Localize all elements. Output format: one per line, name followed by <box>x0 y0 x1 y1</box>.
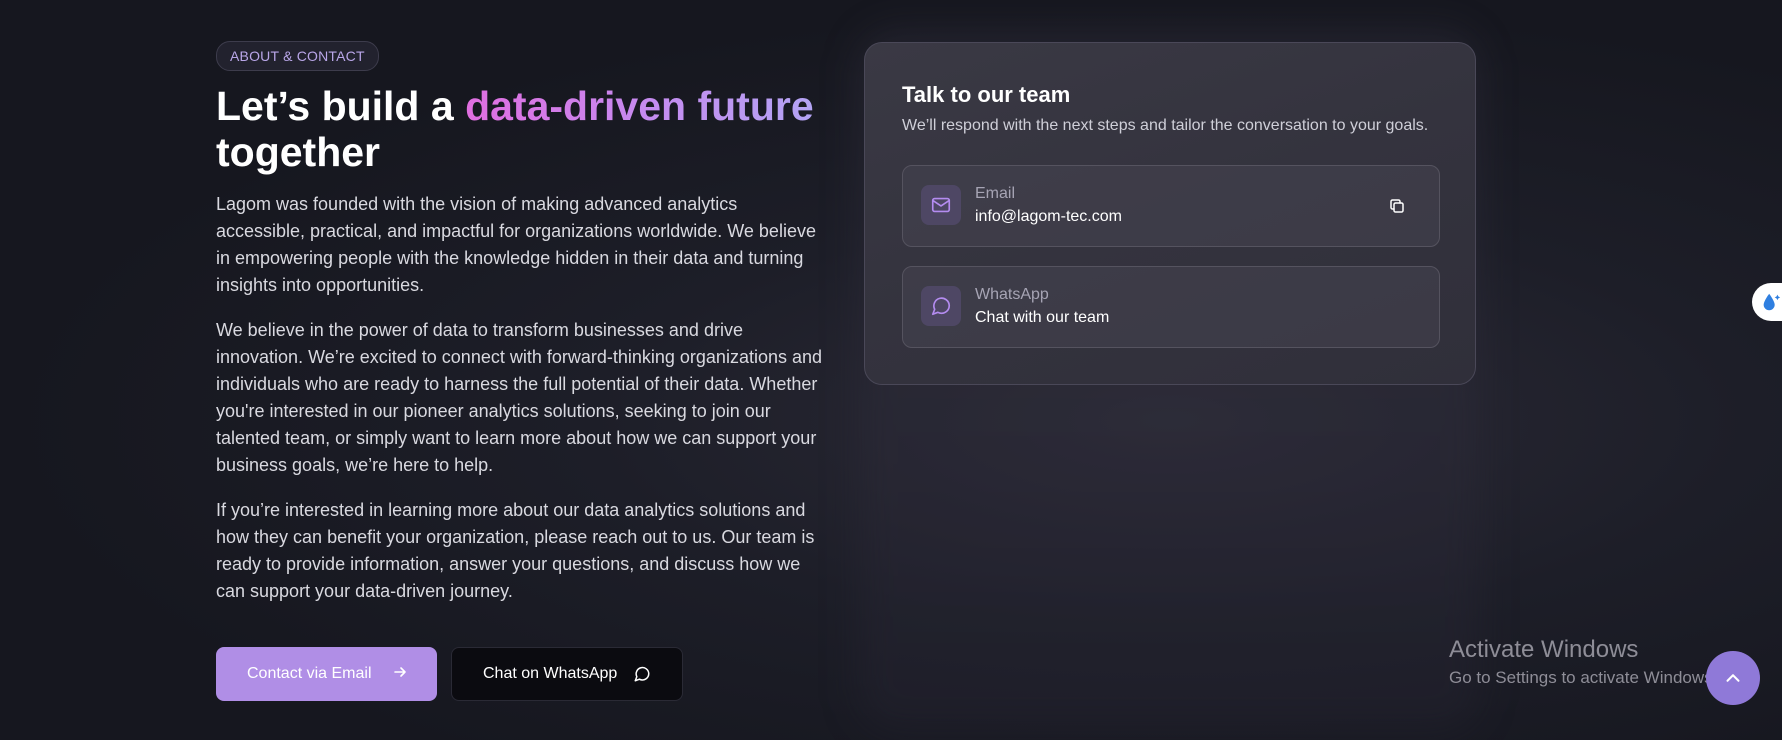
chat-icon <box>634 666 650 682</box>
mail-icon <box>921 185 961 225</box>
arrow-right-icon <box>392 664 408 685</box>
mission-paragraph: We believe in the power of data to trans… <box>216 320 823 475</box>
about-section: ABOUT & CONTACT Let’s build a data-drive… <box>216 41 836 605</box>
scroll-to-top-button[interactable] <box>1706 651 1760 705</box>
cta-buttons: Contact via Email Chat on WhatsApp <box>216 647 683 701</box>
email-contact-item[interactable]: Email info@lagom-tec.com <box>902 165 1440 247</box>
whatsapp-chat-button[interactable]: Chat on WhatsApp <box>451 647 683 701</box>
side-widget-tab[interactable] <box>1752 283 1782 321</box>
chevron-up-icon <box>1726 674 1740 682</box>
contact-email-button[interactable]: Contact via Email <box>216 647 437 701</box>
copy-icon[interactable] <box>1387 196 1407 216</box>
card-title: Talk to our team <box>902 82 1071 107</box>
chat-icon <box>921 286 961 326</box>
page-title: Let’s build a data-driven future togethe… <box>216 83 836 175</box>
contact-card: Talk to our team We’ll respond with the … <box>864 42 1476 385</box>
whatsapp-chat-label: Chat on WhatsApp <box>483 665 618 682</box>
headline-part1: Let’s build a <box>216 83 466 129</box>
whatsapp-contact-item[interactable]: WhatsApp Chat with our team <box>902 266 1440 348</box>
email-label: Email <box>975 185 1016 202</box>
intro-paragraph: Lagom was founded with the vision of mak… <box>216 194 816 295</box>
card-subtitle: We’ll respond with the next steps and ta… <box>902 117 1429 134</box>
activate-windows-subtitle: Go to Settings to activate Windows. <box>1449 668 1718 687</box>
whatsapp-value: Chat with our team <box>975 309 1110 326</box>
contact-email-label: Contact via Email <box>247 665 372 682</box>
activate-windows-watermark: Activate Windows Go to Settings to activ… <box>1449 636 1717 688</box>
water-drop-icon <box>1763 293 1781 311</box>
whatsapp-label: WhatsApp <box>975 286 1049 303</box>
headline-highlight: data-driven future <box>465 83 814 129</box>
contact-paragraph: If you’re interested in learning more ab… <box>216 500 815 601</box>
headline-part2: together <box>216 129 380 175</box>
activate-windows-title: Activate Windows <box>1449 636 1639 663</box>
section-badge: ABOUT & CONTACT <box>216 41 379 71</box>
email-value: info@lagom-tec.com <box>975 208 1122 225</box>
